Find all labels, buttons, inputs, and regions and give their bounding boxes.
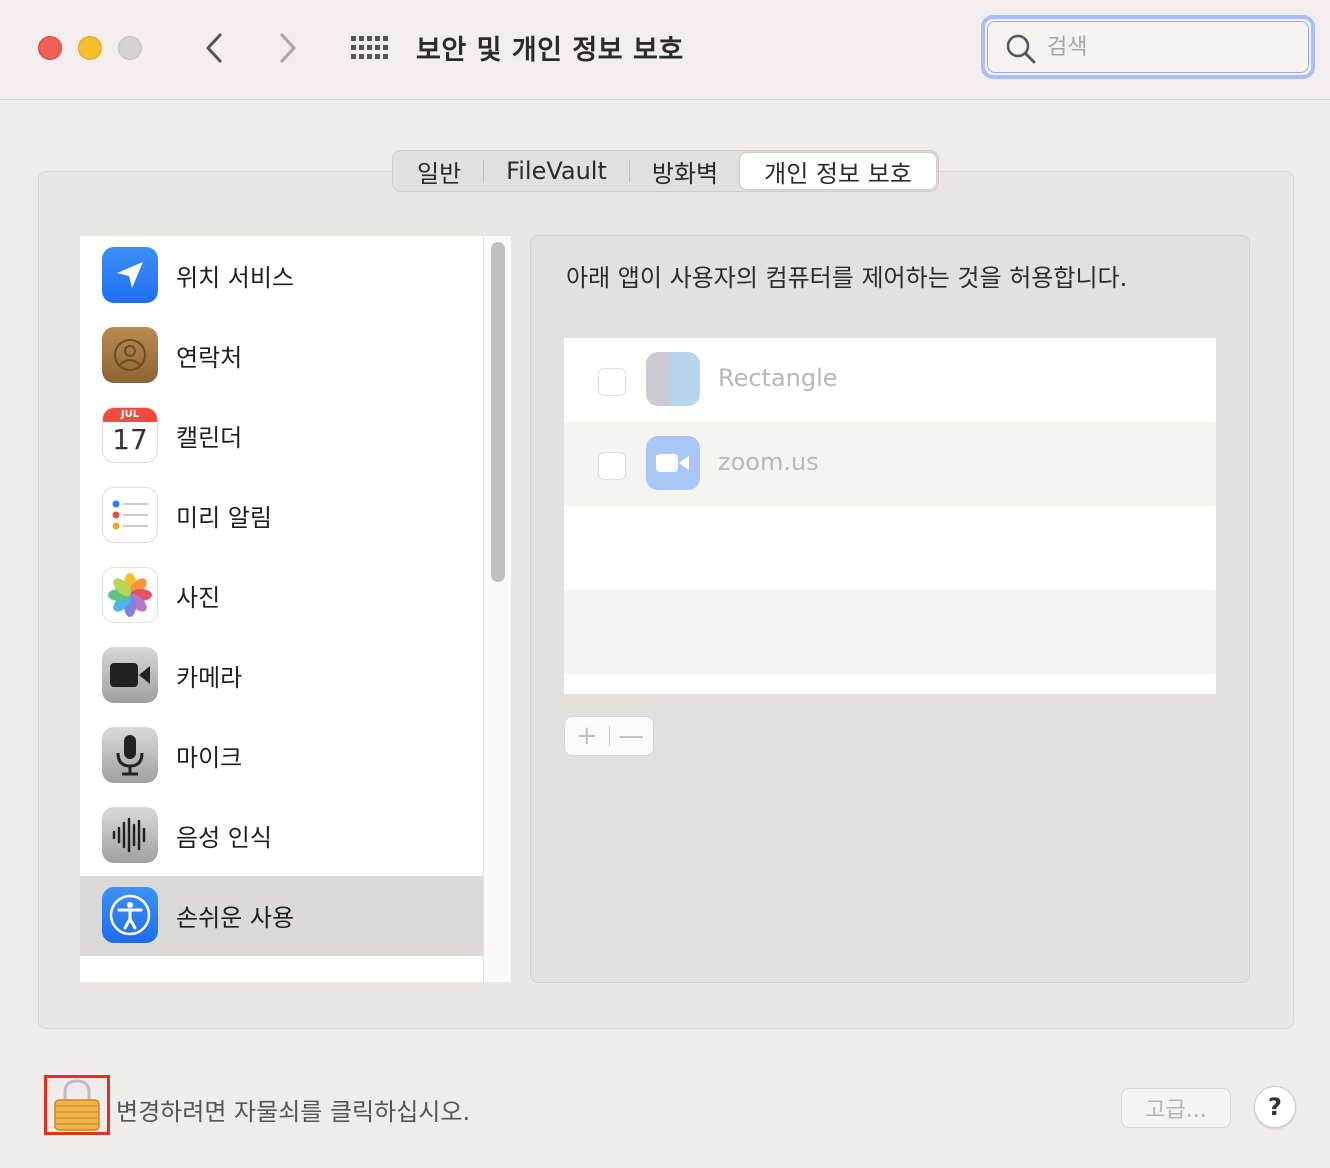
sidebar-item-label: 손쉬운 사용 [176,904,295,932]
sidebar-item-microphone[interactable]: 마이크 [80,716,483,796]
list-item [564,506,1216,590]
video-camera-icon [656,454,689,472]
sidebar-item-label: 마이크 [176,744,243,772]
forward-button[interactable] [268,28,308,68]
scrollbar-thumb[interactable] [491,242,505,582]
speech-recognition-icon [102,807,158,863]
microphone-icon [102,727,158,783]
app-name: Rectangle [718,364,838,392]
permission-description: 아래 앱이 사용자의 컴퓨터를 제어하는 것을 허용합니다. [566,264,1128,292]
sidebar-item-label: 카메라 [176,664,243,692]
sidebar-item-speech-recognition[interactable]: 음성 인식 [80,796,483,876]
sidebar-item-calendar[interactable]: JUL 17 캘린더 [80,396,483,476]
list-item[interactable]: zoom.us [564,422,1216,506]
sidebar-item-reminders[interactable]: 미리 알림 [80,476,483,556]
minimize-window-button[interactable] [78,36,102,60]
sidebar-item-label: 연락처 [176,344,243,372]
sidebar-item-photos[interactable]: 사진 [80,556,483,636]
zoom-checkbox[interactable] [598,452,626,480]
tab-filevault[interactable]: FileVault [484,153,629,189]
contacts-icon [102,327,158,383]
window-title: 보안 및 개인 정보 보호 [416,35,684,66]
sidebar-item-contacts[interactable]: 연락처 [80,316,483,396]
advanced-button[interactable]: 고급... [1121,1088,1231,1128]
camera-icon [102,647,158,703]
rectangle-app-icon [646,352,700,406]
tab-privacy[interactable]: 개인 정보 보호 [740,153,936,189]
grid-icon [351,36,388,59]
tab-general[interactable]: 일반 [395,153,483,189]
back-button[interactable] [194,28,234,68]
zoom-app-icon [646,436,700,490]
search-field[interactable] [981,15,1315,79]
lock-button[interactable] [44,1075,110,1135]
tab-bar: 일반 FileVault 방화벽 개인 정보 보호 [392,150,939,192]
calendar-month: JUL [103,408,157,422]
chevron-right-icon [280,33,296,63]
remove-button[interactable]: — [609,717,653,755]
add-button[interactable]: + [565,717,609,755]
search-input[interactable] [1047,31,1287,63]
photos-icon [102,567,158,623]
accessibility-icon [102,887,158,943]
list-item [564,590,1216,674]
calendar-icon: JUL 17 [102,407,158,463]
add-remove-control: + — [564,716,654,756]
app-name: zoom.us [718,448,819,476]
rectangle-checkbox[interactable] [598,368,626,396]
reminders-icon [102,487,158,543]
sidebar-item-label: 음성 인식 [176,824,272,852]
sidebar-item-label: 미리 알림 [176,504,272,532]
padlock-icon [54,1079,100,1131]
sidebar-item-label: 사진 [176,584,221,612]
privacy-category-list[interactable]: 위치 서비스 연락처 JUL 17 캘린더 미리 알림 사진 카메라 마이크 음… [80,236,483,982]
tab-firewall[interactable]: 방화벽 [630,153,740,189]
title-bar: 보안 및 개인 정보 보호 [0,0,1330,100]
sidebar-item-location-services[interactable]: 위치 서비스 [80,236,483,316]
search-icon [1006,34,1036,64]
help-button[interactable]: ? [1254,1086,1296,1128]
location-arrow-icon [102,247,158,303]
sidebar-item-label: 위치 서비스 [176,264,295,292]
sidebar-item-label: 캘린더 [176,424,243,452]
sidebar-item-accessibility[interactable]: 손쉬운 사용 [80,876,483,956]
sidebar-item-camera[interactable]: 카메라 [80,636,483,716]
calendar-day: 17 [112,423,148,456]
chevron-left-icon [206,33,222,63]
list-item[interactable]: Rectangle [564,338,1216,422]
show-all-button[interactable] [348,28,388,68]
sidebar-scrollbar[interactable] [483,236,511,982]
allowed-apps-list[interactable]: Rectangle zoom.us [564,338,1216,694]
zoom-window-button[interactable] [118,36,142,60]
lock-hint-text: 변경하려면 자물쇠를 클릭하십시오. [116,1098,471,1126]
close-window-button[interactable] [38,36,62,60]
